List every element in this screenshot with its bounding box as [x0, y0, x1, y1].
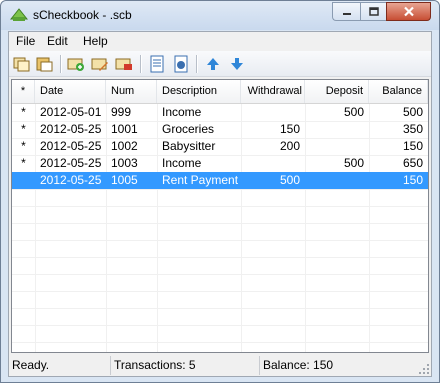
table-row[interactable]: * 2012-05-01 999 Income 500 500: [12, 104, 428, 121]
grid-line: [12, 308, 428, 309]
cell-description: Groceries: [162, 122, 215, 136]
column-header-description[interactable]: Description: [157, 80, 241, 103]
report-icon[interactable]: [148, 55, 166, 73]
cell-withdrawal: 500: [279, 173, 300, 187]
minimize-icon: [342, 12, 351, 15]
cell-description: Babysitter: [162, 139, 216, 153]
title-bar[interactable]: sCheckbook - .scb: [1, 1, 439, 30]
cell-flag: *: [21, 156, 26, 170]
status-bar: Ready. Transactions: 5 Balance: 150: [9, 356, 431, 376]
table-row[interactable]: * 2012-05-25 1003 Income 500 650: [12, 155, 428, 172]
add-transaction-icon[interactable]: [67, 55, 85, 73]
grid-line: [12, 189, 428, 190]
column-header-balance[interactable]: Balance: [369, 80, 428, 103]
toolbar-separator: [140, 55, 141, 73]
cell-deposit: 500: [343, 105, 364, 119]
cell-flag: [12, 172, 35, 189]
menu-edit[interactable]: Edit: [46, 34, 69, 48]
cell-description: Rent Payment: [162, 173, 239, 187]
grid-line: [12, 291, 428, 292]
grid-line: [12, 274, 428, 275]
status-balance: Balance: 150: [259, 356, 417, 375]
cell-deposit: [305, 172, 369, 189]
cell-num: 999: [111, 105, 132, 119]
menu-help[interactable]: Help: [82, 34, 109, 48]
status-state: Ready.: [12, 358, 50, 372]
table-row[interactable]: * 2012-05-25 1001 Groceries 150 350: [12, 121, 428, 138]
cell-balance: 350: [402, 122, 423, 136]
menu-bar: File Edit Help: [9, 32, 431, 51]
minimize-button[interactable]: [332, 2, 360, 21]
window-title: sCheckbook - .scb: [33, 8, 132, 22]
grid-line: [12, 325, 428, 326]
cell-date: 2012-05-01: [40, 105, 102, 119]
move-up-icon[interactable]: [204, 55, 222, 73]
resize-grip[interactable]: [418, 363, 430, 375]
delete-transaction-icon[interactable]: [115, 55, 133, 73]
move-down-icon[interactable]: [228, 55, 246, 73]
cell-deposit: [305, 121, 369, 138]
grid-line: [12, 223, 428, 224]
cell-balance: 650: [402, 156, 423, 170]
cell-description: Income: [162, 105, 202, 119]
cell-withdrawal: [241, 104, 305, 121]
cell-withdrawal: 200: [279, 139, 300, 153]
app-window: sCheckbook - .scb File Edit Help * Date …: [0, 0, 440, 383]
maximize-button[interactable]: [360, 2, 386, 21]
cell-withdrawal: [241, 155, 305, 172]
column-header-withdrawal[interactable]: Withdrawal: [241, 80, 305, 103]
cell-num: 1002: [111, 139, 138, 153]
cell-date: 2012-05-25: [40, 139, 102, 153]
table-row[interactable]: 2012-05-25 1005 Rent Payment 500 150: [12, 172, 428, 189]
cell-balance: 150: [402, 139, 423, 153]
cell-balance: 500: [402, 105, 423, 119]
paste-icon[interactable]: [36, 55, 54, 73]
maximize-icon: [368, 7, 379, 16]
grid-line: [12, 206, 428, 207]
grid-line: [12, 240, 428, 241]
column-header-date[interactable]: Date: [35, 80, 106, 103]
grid-line: [12, 257, 428, 258]
column-header-deposit[interactable]: Deposit: [305, 80, 369, 103]
cell-withdrawal: 150: [279, 122, 300, 136]
cell-num: 1003: [111, 156, 138, 170]
toolbar: [9, 51, 431, 77]
transactions-table[interactable]: * Date Num Description Withdrawal Deposi…: [11, 79, 429, 353]
cell-num: 1005: [111, 173, 138, 187]
status-transactions: Transactions: 5: [110, 356, 258, 375]
close-icon: [403, 6, 414, 17]
column-header-flag[interactable]: *: [12, 80, 35, 103]
table-header: * Date Num Description Withdrawal Deposi…: [12, 80, 428, 104]
balance-icon[interactable]: [172, 55, 190, 73]
toolbar-separator: [60, 55, 61, 73]
toolbar-separator: [196, 55, 197, 73]
cell-deposit: 500: [343, 156, 364, 170]
copy-icon[interactable]: [13, 55, 31, 73]
cell-flag: *: [21, 105, 26, 119]
client-area: File Edit Help * Date Num Description Wi…: [8, 31, 432, 377]
cell-date: 2012-05-25: [40, 173, 102, 187]
menu-file[interactable]: File: [15, 34, 36, 48]
cell-date: 2012-05-25: [40, 122, 102, 136]
table-row[interactable]: * 2012-05-25 1002 Babysitter 200 150: [12, 138, 428, 155]
grid-line: [12, 342, 428, 343]
close-button[interactable]: [386, 2, 431, 21]
cell-description: Income: [162, 156, 202, 170]
cell-balance: 150: [402, 173, 423, 187]
cell-num: 1001: [111, 122, 138, 136]
checkbook-app-icon: [10, 8, 28, 21]
cell-flag: *: [21, 122, 26, 136]
cell-deposit: [305, 138, 369, 155]
column-header-num[interactable]: Num: [106, 80, 157, 103]
cell-date: 2012-05-25: [40, 156, 102, 170]
edit-transaction-icon[interactable]: [91, 55, 109, 73]
cell-flag: *: [21, 139, 26, 153]
